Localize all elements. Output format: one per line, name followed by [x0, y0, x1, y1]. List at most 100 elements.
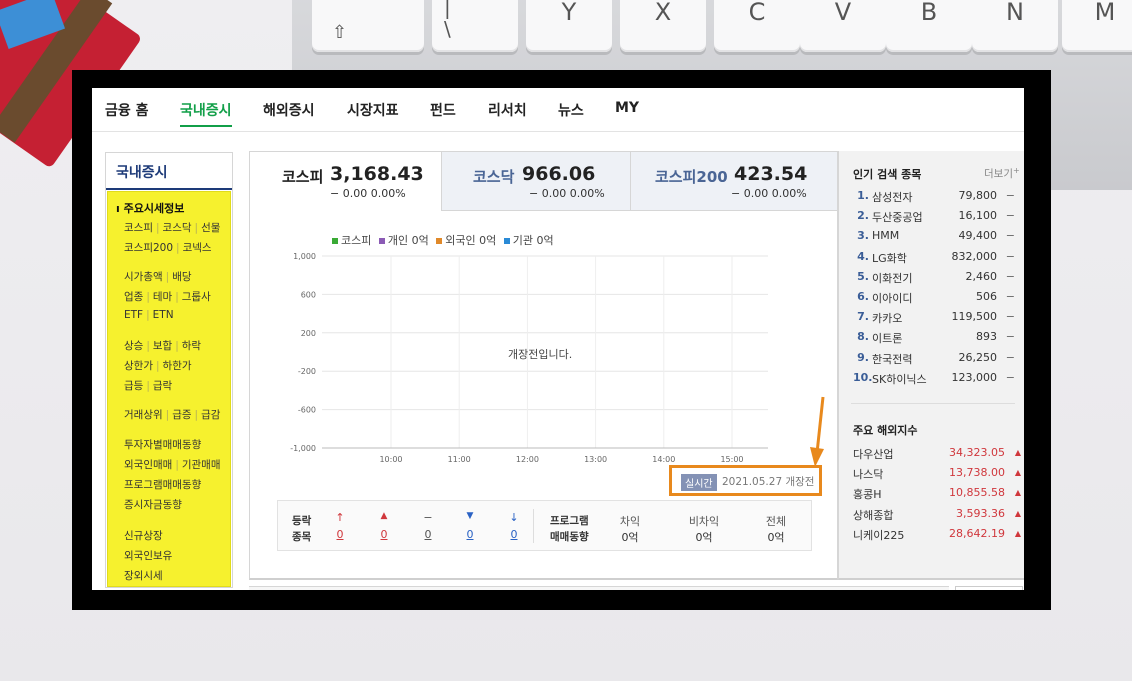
popular-price: 893 — [976, 330, 997, 344]
tab-domestic-stocks[interactable]: 국내증시 — [180, 100, 232, 127]
sidebar-link[interactable]: 프로그램매매동향 — [124, 479, 201, 491]
sidebar-link[interactable]: 외국인매매 — [124, 459, 172, 471]
separator: | — [175, 291, 179, 303]
popular-item[interactable]: 3. HMM 49,400− — [853, 229, 1023, 246]
popular-name[interactable]: LG화학 — [872, 250, 907, 266]
sidebar-link[interactable]: 거래상위 — [124, 409, 163, 421]
popular-item[interactable]: 1. 삼성전자 79,800− — [853, 189, 1023, 206]
sidebar-link[interactable]: 상승 — [124, 340, 143, 352]
overseas-value: 34,323.05 — [949, 446, 1005, 459]
lower-limit-count[interactable]: 0 — [504, 528, 524, 541]
sidebar-link[interactable]: 외국인보유 — [124, 550, 172, 562]
sidebar-link[interactable]: 급등 — [124, 380, 143, 392]
sidebar-link[interactable]: 급감 — [201, 409, 220, 421]
overseas-name[interactable]: 나스닥 — [853, 466, 883, 482]
sidebar-row: 증시자금동향 — [124, 497, 182, 512]
tab-my[interactable]: MY — [615, 100, 639, 116]
sidebar-row: 외국인매매 | 기관매매 — [124, 457, 221, 472]
sidebar-link[interactable]: 급증 — [172, 409, 191, 421]
tab-kosdaq[interactable]: 코스닥 966.06 − 0.00 0.00% — [441, 151, 631, 211]
arbitrage-value: 0억 — [621, 531, 639, 544]
overseas-name[interactable]: 홍콩H — [853, 486, 882, 502]
overseas-name[interactable]: 상해종합 — [853, 507, 893, 523]
popular-name[interactable]: 이트론 — [872, 330, 902, 346]
sidebar-link[interactable]: 투자자별매매동향 — [124, 439, 201, 451]
popular-name[interactable]: SK하이닉스 — [872, 371, 927, 387]
popular-name[interactable]: 이아이디 — [872, 290, 912, 306]
overseas-name[interactable]: 니케이225 — [853, 527, 904, 543]
popular-item[interactable]: 10. SK하이닉스 123,000− — [853, 371, 1023, 388]
sidebar-link[interactable]: 증시자금동향 — [124, 499, 182, 511]
lower-limit-icon: ↓ — [509, 511, 519, 524]
overseas-item[interactable]: 니케이225 28,642.19 ▲ — [853, 527, 1023, 544]
sidebar-link[interactable]: 배당 — [172, 271, 191, 283]
orange-arrow-icon — [810, 396, 825, 467]
popular-name[interactable]: 한국전력 — [872, 351, 912, 367]
sidebar-link[interactable]: 보합 — [153, 340, 172, 352]
sidebar-link[interactable]: 신규상장 — [124, 530, 163, 542]
tab-market-indicators[interactable]: 시장지표 — [347, 100, 399, 120]
sidebar-link[interactable]: 급락 — [153, 380, 172, 392]
right-panel: 인기 검색 종목 더보기+ 1. 삼성전자 79,800−2. 두산중공업 16,100… — [838, 151, 1024, 580]
fall-count[interactable]: 0 — [460, 528, 480, 541]
sidebar-link[interactable]: 기관매매 — [182, 459, 221, 471]
sidebar-link[interactable]: ETN — [153, 309, 174, 321]
popular-item[interactable]: 6. 이아이디 506− — [853, 290, 1023, 307]
sidebar-section-head[interactable]: 주요시세정보 — [116, 200, 185, 216]
more-link[interactable]: 더보기+ — [984, 166, 1020, 181]
flat-count[interactable]: 0 — [418, 528, 438, 541]
tab-kospi200[interactable]: 코스피200 423.54 − 0.00 0.00% — [630, 151, 838, 211]
overseas-item[interactable]: 홍콩H 10,855.58 ▲ — [853, 486, 1023, 503]
legend-swatch — [378, 238, 385, 244]
overseas-item[interactable]: 다우산업 34,323.05 ▲ — [853, 446, 1023, 463]
sidebar-link[interactable]: 하한가 — [163, 360, 192, 372]
sidebar-link[interactable]: 코스피 — [124, 222, 153, 234]
tab-overseas-stocks[interactable]: 해외증시 — [263, 100, 315, 120]
popular-name[interactable]: 삼성전자 — [872, 189, 912, 205]
program-label-bottom: 매매동향 — [550, 531, 589, 543]
separator: | — [175, 340, 179, 352]
popular-item[interactable]: 2. 두산중공업 16,100− — [853, 209, 1023, 226]
popular-rank: 8. — [857, 330, 869, 344]
key-n: N — [972, 0, 1058, 52]
sidebar-link[interactable]: ETF — [124, 309, 143, 321]
popular-name[interactable]: HMM — [872, 229, 899, 242]
sidebar-link[interactable]: 시가총액 — [124, 271, 163, 283]
rise-count[interactable]: 0 — [374, 528, 394, 541]
upper-limit-count[interactable]: 0 — [330, 528, 350, 541]
popular-change: − — [1005, 370, 1015, 384]
popular-name[interactable]: 이화전기 — [872, 270, 912, 286]
sidebar-link[interactable]: 선물 — [201, 222, 220, 234]
sidebar-link[interactable]: 상한가 — [124, 360, 153, 372]
overseas-item[interactable]: 나스닥 13,738.00 ▲ — [853, 466, 1023, 483]
sidebar-link[interactable]: 코스피200 — [124, 242, 173, 254]
tab-finance-home[interactable]: 금융 홈 — [105, 100, 149, 120]
tab-kospi[interactable]: 코스피 3,168.43 − 0.00 0.00% — [249, 151, 442, 211]
realtime-badge[interactable]: 실시간 — [681, 474, 717, 491]
overseas-name[interactable]: 다우산업 — [853, 446, 893, 462]
key-backslash-label: \ — [444, 17, 451, 41]
tab-research[interactable]: 리서치 — [488, 100, 527, 120]
popular-item[interactable]: 4. LG화학 832,000− — [853, 250, 1023, 267]
sidebar-link[interactable]: 그룹사 — [182, 291, 211, 303]
tab-news[interactable]: 뉴스 — [558, 100, 584, 120]
popular-name[interactable]: 두산중공업 — [872, 209, 923, 225]
sidebar-link[interactable]: 코스닥 — [163, 222, 192, 234]
tab-funds[interactable]: 펀드 — [430, 100, 456, 120]
sidebar-link[interactable]: 테마 — [153, 291, 172, 303]
sidebar-title[interactable]: 국내증시 — [106, 153, 232, 190]
popular-item[interactable]: 7. 카카오 119,500− — [853, 310, 1023, 327]
sidebar-link[interactable]: 장외시세 — [124, 570, 163, 582]
arbitrage-label: 차익 — [619, 515, 641, 528]
popular-item[interactable]: 9. 한국전력 26,250− — [853, 351, 1023, 368]
popular-item[interactable]: 5. 이화전기 2,460− — [853, 270, 1023, 287]
bottom-strip — [249, 586, 949, 590]
popular-item[interactable]: 8. 이트론 893− — [853, 330, 1023, 347]
key-backslash: | \ — [432, 0, 518, 52]
sidebar-link[interactable]: 코넥스 — [183, 242, 212, 254]
sidebar-link[interactable]: 업종 — [124, 291, 143, 303]
sidebar-link[interactable]: 하락 — [182, 340, 201, 352]
popular-change: − — [1005, 229, 1015, 243]
overseas-item[interactable]: 상해종합 3,593.36 ▲ — [853, 507, 1023, 524]
popular-name[interactable]: 카카오 — [872, 310, 902, 326]
